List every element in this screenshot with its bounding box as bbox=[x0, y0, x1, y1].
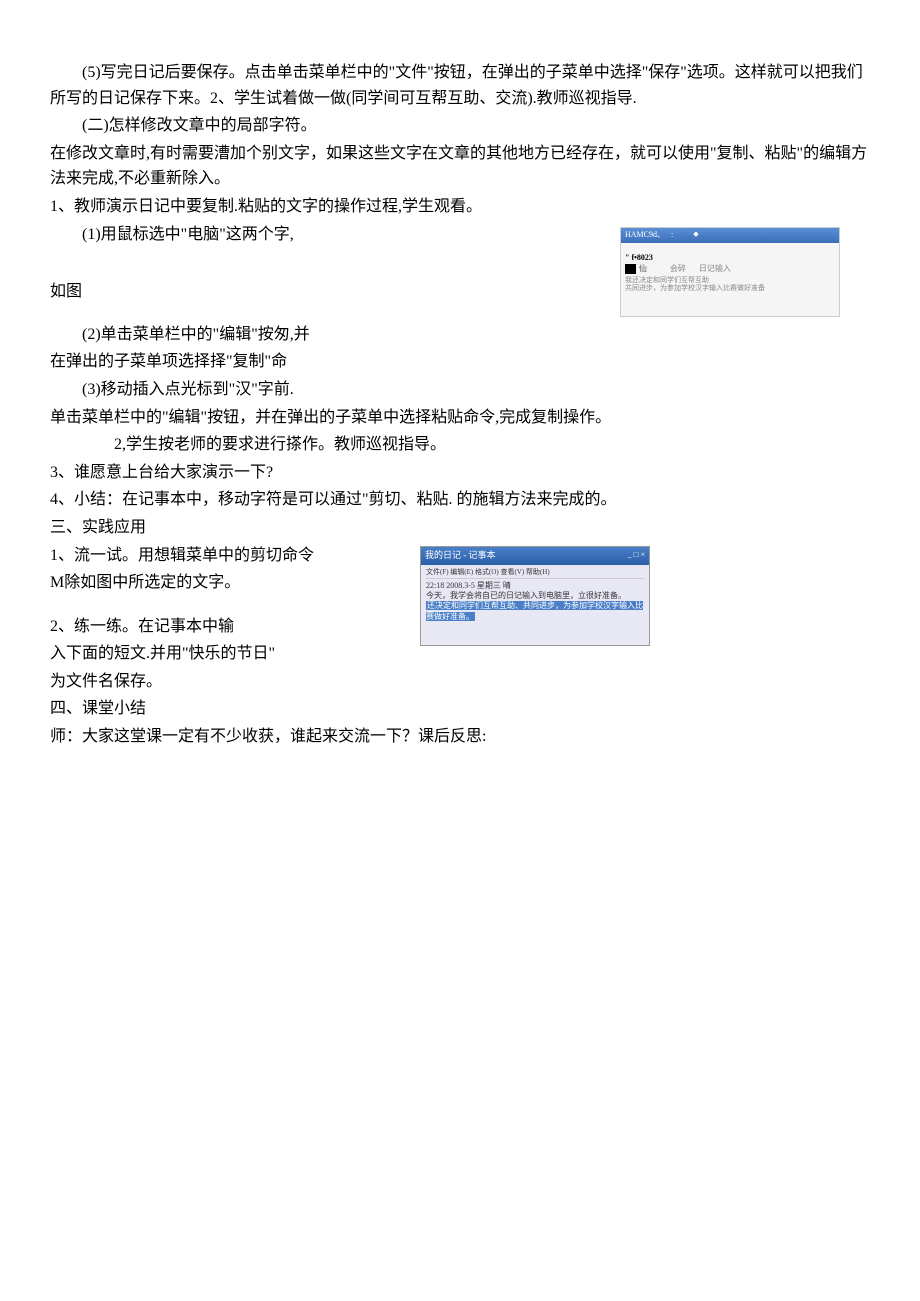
paragraph-5: (5)写完日记后要保存。点击单击菜单栏中的"文件"按钮，在弹出的子菜单中选择"保… bbox=[50, 60, 870, 111]
paragraph-try-cut: 1、流一试。用想辑菜单中的剪切命令 bbox=[50, 543, 380, 569]
screenshot-2: 我的日记 - 记事本 _ □ × 文件(F) 编辑(E) 格式(O) 查看(V)… bbox=[380, 543, 650, 652]
paragraph-class-summary: 四、课堂小结 bbox=[50, 696, 870, 722]
paragraph-happy-holiday: 入下面的短文.并用"快乐的节日" bbox=[50, 641, 380, 667]
paragraph-delete-text: M除如图中所选定的文字。 bbox=[50, 570, 380, 596]
paragraph-student-practice: 2,学生按老师的要求进行搽作。教师巡视指导。 bbox=[50, 432, 870, 458]
paragraph-save-as: 为文件名保存。 bbox=[50, 669, 380, 695]
paragraph-move-cursor: (3)移动插入点光标到"汉"字前. bbox=[50, 377, 870, 403]
paragraph-paste: 单击菜单栏中的"编辑"按钮，并在弹出的子菜单中选择粘贴命令,完成复制操作。 bbox=[50, 405, 870, 431]
screenshot-1: HAMC9d、 : ◆ " f•8023 ■ 仙 会碎 日记输入 我还决定和同学… bbox=[620, 227, 840, 317]
paragraph-copy-menu: 在弹出的子菜单项选择择"复制"命 bbox=[50, 349, 870, 375]
paragraph-practice-section: 三、实践应用 bbox=[50, 515, 870, 541]
paragraph-practice-type: 2、练一练。在记事本中输 bbox=[50, 614, 380, 640]
titlebar-1: HAMC9d、 : ◆ bbox=[621, 228, 839, 243]
paragraph-edit-button: (2)单击菜单栏中的"编辑"按匆,并 bbox=[50, 322, 870, 348]
document-content: (5)写完日记后要保存。点击单击菜单栏中的"文件"按钮，在弹出的子菜单中选择"保… bbox=[50, 60, 870, 750]
paragraph-summary: 4、小结：在记事本中，移动字符是可以通过"剪切、粘贴. 的施辑方法来完成的。 bbox=[50, 487, 870, 513]
titlebar-2: 我的日记 - 记事本 _ □ × bbox=[421, 547, 649, 565]
paragraph-copy-paste: 在修改文章时,有时需要漕加个别文字，如果这些文字在文章的其他地方已经存在，就可以… bbox=[50, 141, 870, 192]
paragraph-teacher-reflect: 师：大家这堂课一定有不少收获，谁起来交流一下？课后反思: bbox=[50, 724, 870, 750]
paragraph-volunteer: 3、谁愿意上台给大家演示一下? bbox=[50, 460, 870, 486]
paragraph-teacher-demo: 1、教师演示日记中要复制.粘贴的文字的操作过程,学生观看。 bbox=[50, 194, 870, 220]
paragraph-section-2: (二)怎样修改文章中的局部字符。 bbox=[50, 113, 870, 139]
